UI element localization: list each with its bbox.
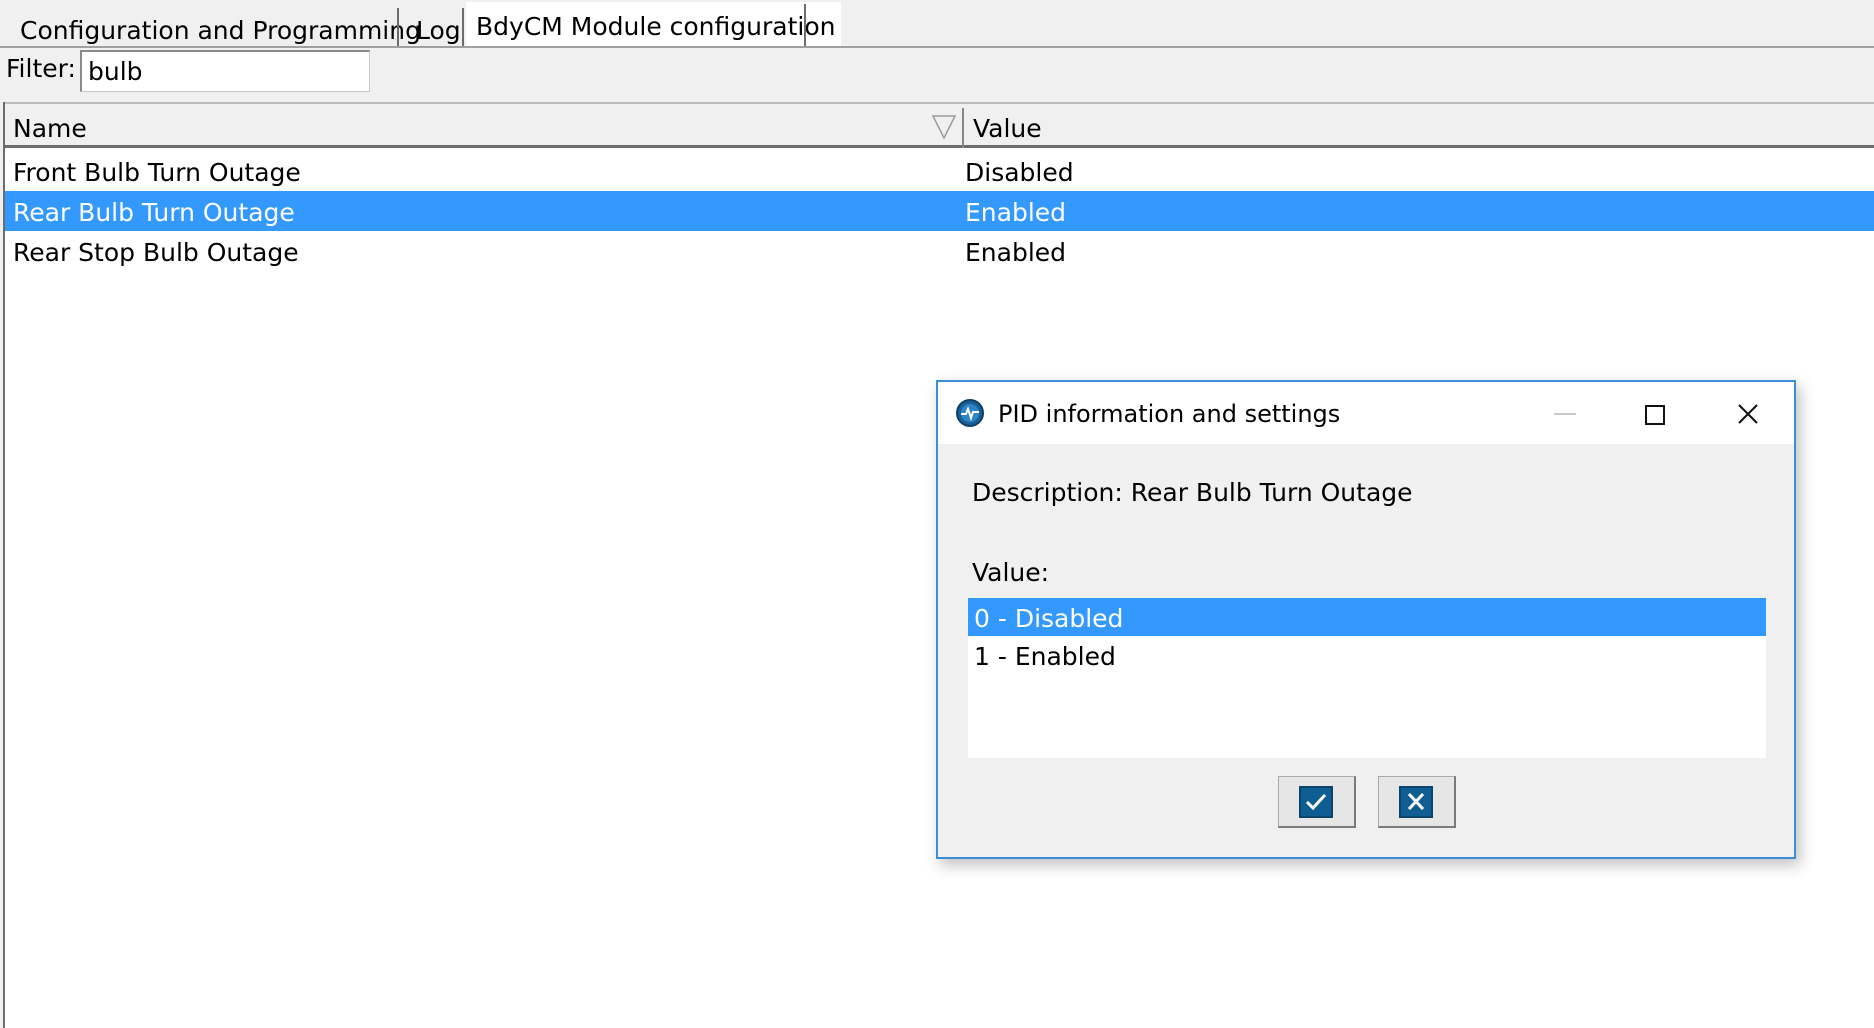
column-header-name[interactable]: Name: [13, 114, 87, 143]
value-label: Value:: [972, 558, 1050, 587]
x-icon: [1407, 792, 1425, 811]
checkmark-icon: [1305, 793, 1327, 811]
filter-label: Filter:: [6, 54, 76, 83]
column-header-value[interactable]: Value: [973, 114, 1042, 143]
table-row[interactable]: Rear Bulb Turn Outage Enabled: [5, 191, 1874, 231]
filter-input[interactable]: [80, 50, 370, 92]
tab-log[interactable]: Log: [416, 18, 461, 43]
table-row[interactable]: Rear Stop Bulb Outage Enabled: [5, 231, 1874, 271]
tab-bdycm-module-configuration[interactable]: BdyCM Module configuration: [466, 2, 842, 46]
tab-bar: Configuration and Programming Log BdyCM …: [0, 0, 1874, 48]
grid-header: Name Value: [5, 102, 1874, 148]
row-name-cell: Rear Stop Bulb Outage: [13, 238, 299, 267]
button-face: [1399, 786, 1433, 818]
row-name-cell: Rear Bulb Turn Outage: [13, 198, 295, 227]
dialog-titlebar[interactable]: PID information and settings: [938, 382, 1794, 444]
tab-separator: [462, 8, 464, 46]
close-icon[interactable]: [1734, 400, 1762, 428]
row-value-cell: Disabled: [965, 158, 1074, 187]
list-item[interactable]: 1 - Enabled: [968, 636, 1766, 674]
row-name-cell: Front Bulb Turn Outage: [13, 158, 301, 187]
dialog-description: Description: Rear Bulb Turn Outage: [972, 478, 1413, 507]
table-row[interactable]: Front Bulb Turn Outage Disabled: [5, 151, 1874, 191]
tab-configuration-and-programming[interactable]: Configuration and Programming: [20, 18, 421, 43]
app-pulse-icon: [956, 399, 984, 427]
option-label: 0 - Disabled: [974, 604, 1124, 633]
row-value-cell: Enabled: [965, 198, 1067, 227]
ok-button[interactable]: [1278, 776, 1356, 828]
tab-bar-baseline: [0, 46, 1874, 48]
list-item[interactable]: 0 - Disabled: [968, 598, 1766, 636]
cancel-button[interactable]: [1378, 776, 1456, 828]
button-face: [1299, 786, 1333, 818]
column-divider[interactable]: [962, 108, 964, 148]
row-value-cell: Enabled: [965, 238, 1067, 267]
maximize-icon[interactable]: [1642, 402, 1668, 428]
tab-separator: [804, 4, 806, 46]
tab-separator: [397, 8, 399, 46]
pid-settings-dialog: PID information and settings Description…: [936, 380, 1796, 859]
dialog-title: PID information and settings: [998, 400, 1341, 428]
minimize-icon[interactable]: [1550, 404, 1580, 424]
value-listbox[interactable]: 0 - Disabled 1 - Enabled: [968, 598, 1766, 758]
option-label: 1 - Enabled: [974, 642, 1116, 671]
sort-triangle-icon[interactable]: [931, 112, 957, 140]
